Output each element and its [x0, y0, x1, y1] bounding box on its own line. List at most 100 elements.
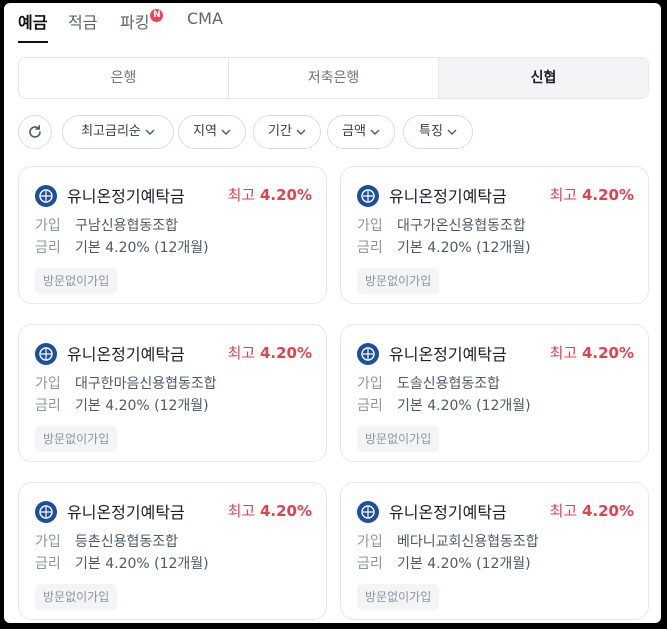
- max-rate: 최고 4.20%: [228, 184, 312, 205]
- rate-row: 금리 기본 4.20% (12개월): [35, 237, 209, 257]
- rate-label: 금리: [357, 556, 383, 572]
- rate-label: 금리: [35, 398, 61, 414]
- period-filter-label: 기간: [268, 124, 292, 139]
- shinhyup-logo-icon: [35, 185, 57, 207]
- segment-bank[interactable]: 은행: [19, 58, 229, 98]
- sort-filter[interactable]: 최고금리순: [62, 115, 174, 149]
- product-name: 유니온정기예탁금: [389, 503, 507, 522]
- product-card[interactable]: 유니온정기예탁금 최고 4.20% 가입 도솔신용협동조합 금리 기본 4.20% …: [340, 324, 649, 462]
- region-filter[interactable]: 지역: [178, 115, 246, 149]
- rate-row: 금리 기본 4.20% (12개월): [35, 553, 209, 573]
- join-value: 도솔신용협동조합: [397, 376, 501, 392]
- max-rate-value: 4.20%: [581, 502, 634, 520]
- max-rate-prefix: 최고: [227, 186, 256, 204]
- shinhyup-logo-icon: [357, 343, 379, 365]
- rate-value: 기본 4.20% (12개월): [397, 398, 531, 414]
- join-label: 가입: [357, 376, 383, 392]
- max-rate-value: 4.20%: [581, 344, 634, 362]
- join-label: 가입: [35, 218, 61, 234]
- join-row: 가입 등촌신용협동조합: [35, 531, 178, 551]
- rate-row: 금리 기본 4.20% (12개월): [357, 395, 531, 415]
- segment-savings-bank[interactable]: 저축은행: [229, 58, 439, 98]
- rate-label: 금리: [35, 556, 61, 572]
- join-value: 구남신용협동조합: [75, 218, 179, 234]
- shinhyup-logo-icon: [357, 185, 379, 207]
- rate-label: 금리: [357, 240, 383, 256]
- product-name: 유니온정기예탁금: [67, 187, 185, 206]
- join-row: 가입 구남신용협동조합: [35, 215, 178, 235]
- rate-row: 금리 기본 4.20% (12개월): [35, 395, 209, 415]
- tab-parking-label: 파킹: [120, 13, 150, 32]
- feature-tag: 방문없이가입: [357, 426, 440, 452]
- period-filter[interactable]: 기간: [253, 115, 321, 149]
- active-tab-indicator: [18, 41, 48, 43]
- app-frame: 예금 적금 파킹 N CMA 은행 저축은행 신협 최고금리순 지역 기간 금액 …: [4, 3, 661, 623]
- feature-tag: 방문없이가입: [35, 584, 118, 610]
- tab-cma[interactable]: CMA: [187, 9, 223, 28]
- max-rate-value: 4.20%: [259, 344, 312, 362]
- join-value: 베다니교회신용협동조합: [397, 534, 539, 550]
- max-rate: 최고 4.20%: [550, 500, 634, 521]
- max-rate: 최고 4.20%: [550, 184, 634, 205]
- chevron-down-icon: [296, 129, 306, 135]
- shinhyup-logo-icon: [357, 501, 379, 523]
- feature-filter[interactable]: 특징: [403, 115, 473, 149]
- product-name: 유니온정기예탁금: [389, 187, 507, 206]
- join-value: 대구한마음신용협동조합: [75, 376, 217, 392]
- rate-value: 기본 4.20% (12개월): [397, 240, 531, 256]
- join-row: 가입 도솔신용협동조합: [357, 373, 500, 393]
- rate-label: 금리: [357, 398, 383, 414]
- sort-filter-label: 최고금리순: [81, 124, 141, 139]
- feature-tag: 방문없이가입: [357, 268, 440, 294]
- join-row: 가입 대구가온신용협동조합: [357, 215, 526, 235]
- max-rate-value: 4.20%: [259, 186, 312, 204]
- rate-value: 기본 4.20% (12개월): [75, 240, 209, 256]
- chevron-down-icon: [447, 129, 457, 135]
- product-card[interactable]: 유니온정기예탁금 최고 4.20% 가입 등촌신용협동조합 금리 기본 4.20% …: [18, 482, 327, 620]
- rate-row: 금리 기본 4.20% (12개월): [357, 237, 531, 257]
- segment-credit-union[interactable]: 신협: [439, 58, 648, 98]
- max-rate-value: 4.20%: [581, 186, 634, 204]
- product-card[interactable]: 유니온정기예탁금 최고 4.20% 가입 대구한마음신용협동조합 금리 기본 4.2…: [18, 324, 327, 462]
- chevron-down-icon: [370, 129, 380, 135]
- product-name: 유니온정기예탁금: [67, 503, 185, 522]
- product-card[interactable]: 유니온정기예탁금 최고 4.20% 가입 구남신용협동조합 금리 기본 4.20% …: [18, 166, 327, 304]
- region-filter-label: 지역: [193, 124, 217, 139]
- join-label: 가입: [357, 218, 383, 234]
- rate-label: 금리: [35, 240, 61, 256]
- product-type-tabs: 예금 적금 파킹 N CMA: [4, 3, 661, 45]
- max-rate-prefix: 최고: [549, 344, 578, 362]
- product-card[interactable]: 유니온정기예탁금 최고 4.20% 가입 대구가온신용협동조합 금리 기본 4.20…: [340, 166, 649, 304]
- max-rate-prefix: 최고: [549, 502, 578, 520]
- max-rate-value: 4.20%: [259, 502, 312, 520]
- chevron-down-icon: [221, 129, 231, 135]
- rate-value: 기본 4.20% (12개월): [397, 556, 531, 572]
- max-rate-prefix: 최고: [227, 502, 256, 520]
- feature-tag: 방문없이가입: [35, 426, 118, 452]
- tab-deposit[interactable]: 예금: [18, 9, 47, 33]
- tab-parking[interactable]: 파킹 N: [120, 9, 164, 33]
- join-label: 가입: [357, 534, 383, 550]
- product-card[interactable]: 유니온정기예탁금 최고 4.20% 가입 베다니교회신용협동조합 금리 기본 4.2…: [340, 482, 649, 620]
- join-row: 가입 대구한마음신용협동조합: [35, 373, 217, 393]
- max-rate-prefix: 최고: [227, 344, 256, 362]
- chevron-down-icon: [145, 129, 155, 135]
- tab-savings[interactable]: 적금: [68, 9, 97, 33]
- join-row: 가입 베다니교회신용협동조합: [357, 531, 539, 551]
- max-rate-prefix: 최고: [549, 186, 578, 204]
- shinhyup-logo-icon: [35, 501, 57, 523]
- refresh-button[interactable]: [18, 115, 52, 149]
- rate-value: 기본 4.20% (12개월): [75, 398, 209, 414]
- new-badge: N: [150, 9, 164, 22]
- rate-value: 기본 4.20% (12개월): [75, 556, 209, 572]
- shinhyup-logo-icon: [35, 343, 57, 365]
- join-label: 가입: [35, 534, 61, 550]
- rate-row: 금리 기본 4.20% (12개월): [357, 553, 531, 573]
- institution-segment: 은행 저축은행 신협: [18, 57, 649, 99]
- refresh-icon: [29, 124, 41, 138]
- max-rate: 최고 4.20%: [228, 500, 312, 521]
- join-value: 대구가온신용협동조합: [397, 218, 526, 234]
- amount-filter[interactable]: 금액: [327, 115, 395, 149]
- feature-tag: 방문없이가입: [357, 584, 440, 610]
- product-name: 유니온정기예탁금: [389, 345, 507, 364]
